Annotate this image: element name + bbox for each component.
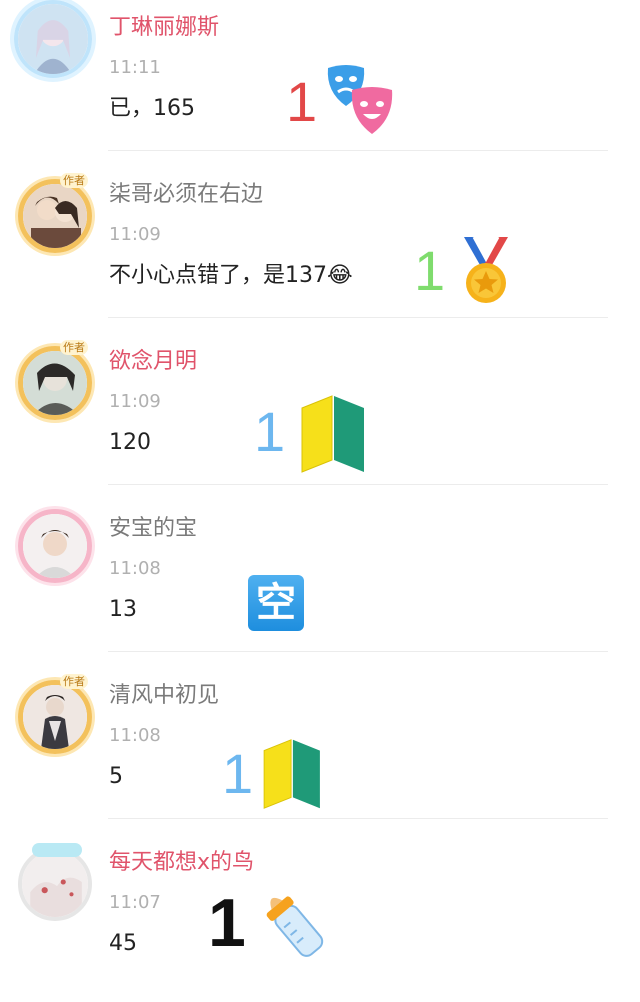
divider [108, 818, 608, 819]
medal-icon [458, 235, 514, 311]
timestamp: 11:08 [109, 725, 161, 746]
username[interactable]: 柒哥必须在右边 [109, 181, 263, 209]
message-text: 已，165 [109, 96, 195, 121]
timestamp: 11:09 [109, 224, 161, 245]
divider [108, 317, 608, 318]
message-text: 45 [109, 931, 137, 956]
avatar[interactable] [18, 680, 92, 754]
username[interactable]: 清风中初见 [109, 682, 219, 710]
beginner-icon [300, 394, 366, 478]
timestamp: 11:08 [109, 558, 161, 579]
empty-sign-text: 空 [256, 580, 296, 626]
list-item[interactable]: 作者 柒哥必须在右边 11:09 不小心点错了，是137😂 1 [0, 167, 640, 334]
avatar-image [23, 685, 87, 749]
username[interactable]: 每天都想x的鸟 [109, 849, 254, 877]
overlay-number: 1 [254, 400, 286, 463]
username[interactable]: 丁琳丽娜斯 [109, 14, 219, 42]
avatar[interactable] [14, 0, 92, 78]
author-badge: 作者 [60, 173, 88, 188]
avatar-image [23, 184, 87, 248]
divider [108, 651, 608, 652]
baby-bottle-icon [250, 883, 336, 969]
message-text: 120 [109, 430, 151, 455]
list-item[interactable]: 每天都想x的鸟 11:07 45 1 [0, 835, 640, 1002]
empty-sign-icon: 空 [248, 575, 304, 631]
divider [108, 484, 608, 485]
list-item[interactable]: 丁琳丽娜斯 11:11 已，165 1 [0, 0, 640, 167]
avatar[interactable] [18, 509, 92, 583]
avatar-image [22, 851, 88, 917]
divider [108, 150, 608, 151]
username[interactable]: 欲念月明 [109, 348, 197, 376]
username[interactable]: 安宝的宝 [109, 515, 197, 543]
list-item[interactable]: 安宝的宝 11:08 13 空 [0, 501, 640, 668]
message-text: 不小心点错了，是137😂 [109, 263, 353, 288]
list-item[interactable]: 作者 清风中初见 11:08 5 1 [0, 668, 640, 835]
timestamp: 11:11 [109, 57, 161, 78]
message-text: 5 [109, 764, 123, 789]
author-badge: 作者 [60, 674, 88, 689]
overlay-number: 1 [414, 239, 446, 302]
timestamp: 11:07 [109, 892, 161, 913]
avatar-image [23, 514, 87, 578]
avatar[interactable] [18, 346, 92, 420]
avatar[interactable] [18, 179, 92, 253]
avatar[interactable] [18, 847, 92, 921]
overlay-number: 1 [222, 742, 254, 805]
beginner-icon [262, 738, 322, 814]
author-badge: 作者 [60, 340, 88, 355]
avatar-image [18, 4, 88, 74]
overlay-number: 1 [208, 885, 246, 961]
masks-icon [322, 62, 398, 144]
list-item[interactable]: 作者 欲念月明 11:09 120 1 [0, 334, 640, 501]
message-text: 13 [109, 597, 137, 622]
avatar-badge [32, 843, 82, 857]
timestamp: 11:09 [109, 391, 161, 412]
overlay-number: 1 [286, 70, 318, 133]
avatar-image [23, 351, 87, 415]
